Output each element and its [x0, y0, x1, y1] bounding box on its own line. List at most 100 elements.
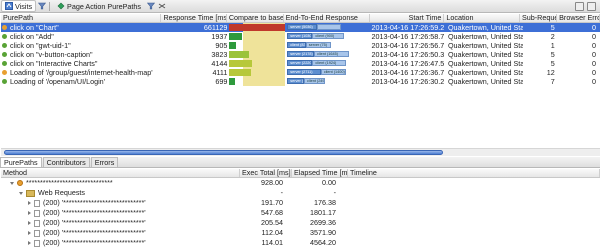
purepath-cell: Loading of '/openam/UI/Login'	[1, 77, 165, 86]
e2e-segment: client (830)	[287, 42, 306, 48]
col-response-time[interactable]: Response Time [ms]	[161, 14, 227, 22]
maximize-icon[interactable]	[587, 2, 596, 11]
expand-icon[interactable]	[28, 211, 31, 215]
method-name: (200) '*****************************'	[43, 238, 146, 247]
col-method[interactable]: Method	[1, 169, 240, 177]
baseline-cell	[229, 77, 286, 86]
col-compare-baseline[interactable]: Compare to base line	[227, 14, 284, 22]
tree-row[interactable]: (200) '*****************************' 205…	[1, 218, 600, 228]
location-cell: Quakertown, United States	[447, 59, 524, 68]
minimize-icon[interactable]	[575, 2, 584, 11]
scrollbar-thumb[interactable]	[4, 150, 443, 155]
tree-row[interactable]: Web Requests - -	[1, 188, 600, 198]
table-row[interactable]: click on "gwt-uid-1" 905 client (830)serve…	[1, 41, 600, 50]
filter-icon[interactable]	[38, 2, 47, 10]
col-sub-requests[interactable]: Sub-Requests	[520, 14, 558, 22]
tab-purepaths[interactable]: PurePaths	[0, 157, 42, 167]
purepath-cell: click on "gwt-uid-1"	[1, 41, 165, 50]
method-cell: (200) '*****************************'	[1, 198, 237, 208]
filter-icon[interactable]	[146, 2, 155, 10]
collapse-icon[interactable]	[10, 181, 14, 185]
baseline-bar	[229, 51, 249, 58]
tab-errors[interactable]: Errors	[90, 157, 119, 167]
web-request-icon	[34, 199, 40, 207]
browser-errors-cell: 0	[592, 23, 597, 32]
table-row[interactable]: click on "Chart" 661129 server (5036) 2013-…	[1, 23, 600, 32]
method-name: (200) '*****************************'	[43, 228, 146, 237]
purepath-cell: click on "Add"	[1, 32, 165, 41]
baseline-cell	[229, 68, 286, 77]
tree-row[interactable]: ******************************* 928.00 0.0…	[1, 178, 600, 188]
visits-table: PurePath Response Time [ms] Compare to b…	[1, 14, 600, 86]
browser-errors-cell: 0	[592, 77, 597, 86]
col-exec-total[interactable]: Exec Total [ms]	[240, 169, 292, 177]
view-toolbar: Visits Page Action PurePaths	[0, 0, 600, 13]
e2e-segment: client (1645)	[314, 51, 350, 57]
baseline-bar	[229, 69, 251, 76]
tab-contributors[interactable]: Contributors	[42, 157, 90, 167]
col-end-to-end[interactable]: End-To-End Response	[284, 14, 370, 22]
response-time-cell: 4111	[212, 68, 228, 77]
tree-row[interactable]: (200) '*****************************' 112…	[1, 228, 600, 238]
sync-icon[interactable]	[158, 2, 166, 10]
start-time-cell: 2013-04-16 17:26:56.7	[371, 41, 445, 50]
expand-icon[interactable]	[28, 201, 31, 205]
table-row[interactable]: Loading of '/group/guest/internet-health…	[1, 68, 600, 77]
table-row[interactable]: Loading of '/openam/UI/Login' 699 server (…	[1, 77, 600, 86]
exec-total-cell: 547.68	[261, 208, 283, 217]
tree-row[interactable]: (200) '*****************************' 547…	[1, 208, 600, 218]
table-header: PurePath Response Time [ms] Compare to b…	[1, 14, 600, 23]
tree-row[interactable]: (200) '*****************************' 191…	[1, 198, 600, 208]
start-time-cell: 2013-04-16 17:26:58.7	[371, 32, 445, 41]
purepath-tree: Method Exec Total [ms] Elapsed Time [ms]…	[1, 169, 600, 248]
table-row[interactable]: click on "v-button-caption" 3823 server (2…	[1, 50, 600, 59]
col-timeline[interactable]: Timeline	[348, 169, 600, 177]
elapsed-time-cell: 0.00	[322, 178, 336, 187]
sub-requests-cell: 7	[550, 77, 555, 86]
tab-page-action-purepaths[interactable]: Page Action PurePaths	[54, 1, 144, 11]
expand-icon[interactable]	[28, 231, 31, 235]
e2e-segment: server (450)	[287, 78, 305, 84]
visits-icon	[5, 2, 13, 10]
method-cell: Web Requests	[1, 188, 237, 198]
status-dot-icon	[2, 34, 7, 39]
response-time-cell: 1937	[211, 32, 228, 41]
col-location[interactable]: Location	[444, 14, 520, 22]
col-browser-errors[interactable]: Browser Errors	[557, 14, 600, 22]
purepath-cell: Loading of '/group/guest/internet-health…	[1, 68, 165, 77]
table-row[interactable]: click on "Add" 1937 server (1030) client (9…	[1, 32, 600, 41]
elapsed-time-cell: 176.38	[314, 198, 336, 207]
folder-icon	[26, 189, 35, 197]
end-to-end-cell: server (2220) client (1924)	[285, 59, 371, 68]
horizontal-scrollbar[interactable]	[1, 148, 600, 156]
expand-icon[interactable]	[28, 221, 31, 225]
baseline-cell	[229, 23, 286, 32]
e2e-segment: server (2711)	[287, 69, 321, 75]
baseline-cell	[229, 59, 286, 68]
location-cell: Quakertown, United States	[447, 32, 524, 41]
collapse-icon[interactable]	[19, 191, 23, 195]
elapsed-time-cell: 1801.17	[310, 208, 336, 217]
tab-visits[interactable]: Visits	[1, 0, 37, 12]
e2e-segment: client (1400)	[320, 69, 346, 75]
response-time-cell: 3823	[211, 50, 228, 59]
tab-visits-label: Visits	[15, 1, 33, 11]
expand-icon[interactable]	[28, 241, 31, 245]
status-dot-icon	[2, 52, 7, 57]
browser-errors-cell: 0	[592, 50, 597, 59]
end-to-end-cell: server (2178) client (1645)	[285, 50, 371, 59]
start-time-cell: 2013-04-16 17:26:50.3	[371, 50, 445, 59]
method-name: (200) '*****************************'	[43, 208, 146, 217]
e2e-segment	[317, 24, 341, 30]
col-elapsed-time[interactable]: Elapsed Time [ms]	[292, 169, 348, 177]
col-start-time[interactable]: Start Time	[370, 14, 445, 22]
tree-row[interactable]: (200) '*****************************' 114…	[1, 238, 600, 248]
e2e-segment: client (900)	[312, 33, 345, 39]
table-row[interactable]: click on "Interactive Charts" 4144 server …	[1, 59, 600, 68]
start-time-cell: 2013-04-16 17:26:30.2	[371, 77, 445, 86]
timeline-cell	[339, 178, 600, 188]
exec-total-cell: 112.04	[261, 228, 283, 237]
e2e-segment: server (2220)	[287, 60, 313, 66]
method-name: (200) '*****************************'	[43, 218, 146, 227]
col-purepath[interactable]: PurePath	[1, 14, 162, 22]
